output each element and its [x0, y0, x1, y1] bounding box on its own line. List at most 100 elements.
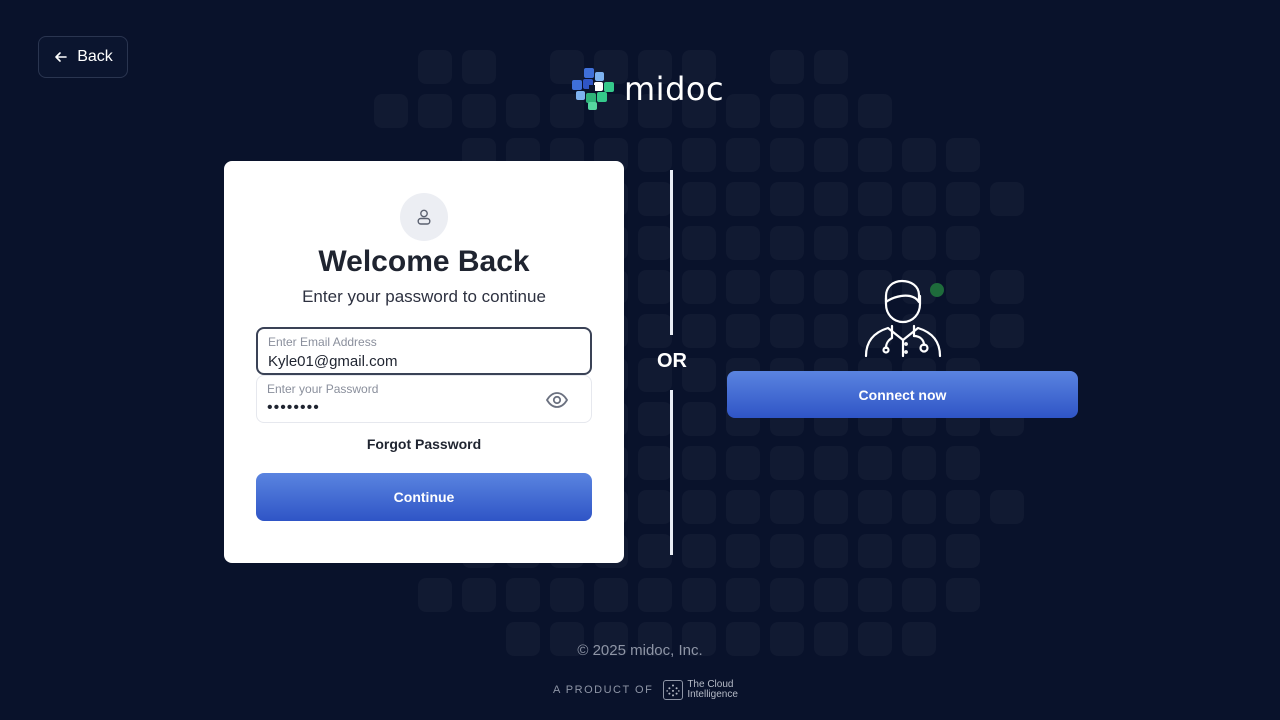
background-tile	[946, 314, 980, 348]
background-tile	[858, 94, 892, 128]
background-tile	[638, 490, 672, 524]
background-tile	[770, 314, 804, 348]
connect-now-button[interactable]: Connect now	[727, 371, 1078, 418]
company-logo: The Cloud Intelligence	[663, 680, 747, 700]
background-tile	[638, 534, 672, 568]
login-card: Welcome Back Enter your password to cont…	[224, 161, 624, 563]
background-tile	[990, 182, 1024, 216]
background-tile	[990, 490, 1024, 524]
background-tile	[1034, 270, 1068, 304]
background-tile	[1034, 578, 1068, 612]
background-tile	[374, 50, 408, 84]
background-tile	[946, 50, 980, 84]
background-tile	[902, 182, 936, 216]
product-prefix: A PRODUCT OF	[553, 684, 654, 696]
background-tile	[682, 314, 716, 348]
divider-line-bottom	[670, 390, 673, 555]
background-tile	[858, 226, 892, 260]
background-tile	[858, 534, 892, 568]
background-tile	[682, 578, 716, 612]
background-tile	[462, 94, 496, 128]
background-tile	[638, 182, 672, 216]
background-tile	[682, 446, 716, 480]
background-tile	[990, 270, 1024, 304]
background-tile	[418, 94, 452, 128]
background-tile	[506, 578, 540, 612]
background-tile	[770, 270, 804, 304]
background-tile	[858, 50, 892, 84]
eye-icon[interactable]	[545, 390, 569, 410]
background-tile	[858, 490, 892, 524]
background-tile	[902, 138, 936, 172]
email-input[interactable]	[268, 351, 528, 371]
background-tile	[726, 50, 760, 84]
background-tile	[990, 138, 1024, 172]
background-tile	[726, 270, 760, 304]
background-tile	[638, 226, 672, 260]
background-tile	[946, 94, 980, 128]
background-tile	[726, 138, 760, 172]
password-field[interactable]: Enter your Password	[256, 375, 592, 423]
back-button-label: Back	[77, 48, 113, 65]
company-logo-mark	[663, 680, 684, 700]
background-tile	[682, 270, 716, 304]
background-tile	[374, 578, 408, 612]
background-tile	[770, 138, 804, 172]
email-field-label: Enter Email Address	[268, 335, 377, 349]
background-tile	[726, 182, 760, 216]
background-tile	[330, 50, 364, 84]
background-tile	[1034, 534, 1068, 568]
password-input[interactable]	[267, 398, 527, 418]
background-tile	[726, 94, 760, 128]
background-tile	[858, 182, 892, 216]
background-tile	[990, 226, 1024, 260]
background-tile	[638, 446, 672, 480]
background-tile	[770, 490, 804, 524]
product-attribution: A PRODUCT OF The Cloud Intelligence	[553, 680, 747, 700]
background-tile	[814, 50, 848, 84]
background-tile	[638, 270, 672, 304]
background-tile	[946, 490, 980, 524]
page-subtitle: Enter your password to continue	[302, 287, 546, 306]
background-tile	[814, 226, 848, 260]
background-tile	[946, 226, 980, 260]
page-title: Welcome Back	[318, 245, 530, 278]
background-tile	[726, 446, 760, 480]
background-tile	[902, 490, 936, 524]
background-tile	[1034, 314, 1068, 348]
background-tile	[946, 446, 980, 480]
background-tile	[990, 50, 1024, 84]
continue-button[interactable]: Continue	[256, 473, 592, 521]
background-tile	[946, 578, 980, 612]
background-tile	[946, 534, 980, 568]
background-tile	[946, 138, 980, 172]
background-tile	[638, 138, 672, 172]
background-tile	[506, 94, 540, 128]
background-tile	[814, 490, 848, 524]
background-tile	[814, 446, 848, 480]
background-tile	[814, 182, 848, 216]
email-field[interactable]: Enter Email Address	[256, 327, 592, 375]
background-tile	[682, 138, 716, 172]
background-tile	[550, 578, 584, 612]
background-tile	[462, 578, 496, 612]
background-tile	[726, 578, 760, 612]
background-tile	[638, 402, 672, 436]
background-tile	[770, 50, 804, 84]
background-tile	[990, 446, 1024, 480]
background-tile	[330, 94, 364, 128]
background-tile	[594, 578, 628, 612]
password-field-label: Enter your Password	[267, 382, 379, 396]
background-tile	[770, 226, 804, 260]
forgot-password-link[interactable]: Forgot Password	[224, 436, 624, 452]
back-button[interactable]: Back	[38, 36, 128, 78]
background-tile	[990, 314, 1024, 348]
background-tile	[1034, 490, 1068, 524]
midoc-logo-mark	[572, 68, 614, 110]
or-separator: OR	[657, 350, 687, 372]
background-tile	[902, 446, 936, 480]
user-icon	[417, 209, 431, 225]
background-tile	[682, 534, 716, 568]
background-tile	[990, 94, 1024, 128]
online-status-dot	[930, 283, 944, 297]
